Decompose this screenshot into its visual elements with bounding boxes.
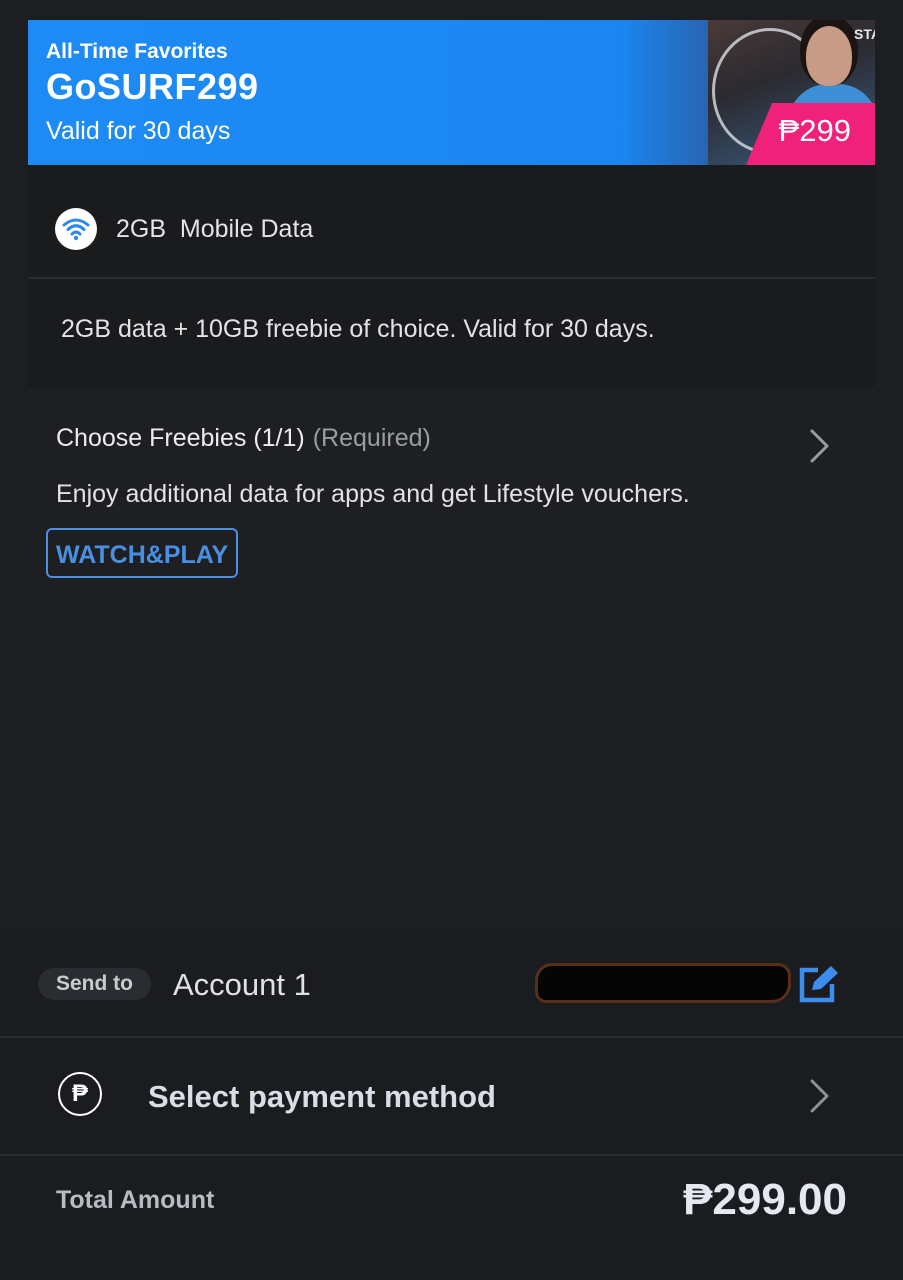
send-to-label: Send to [38,968,151,1000]
send-to-row: Send to Account 1 [0,930,903,1038]
plan-name: GoSURF299 [46,66,259,107]
plan-banner: All-Time Favorites GoSURF299 Valid for 3… [28,20,875,165]
chevron-right-icon[interactable] [808,1078,832,1114]
plan-description: 2GB data + 10GB freebie of choice. Valid… [61,315,655,343]
plan-validity: Valid for 30 days [46,117,231,145]
inclusion-row: 2GB Mobile Data [28,165,875,279]
payment-method-label: Select payment method [148,1079,496,1114]
total-amount-value: ₱299.00 [683,1175,847,1224]
account-name: Account 1 [173,967,311,1002]
checkout-panel: Send to Account 1 ₱ Select payment metho… [0,930,903,1280]
payment-method-row[interactable]: ₱ Select payment method [0,1038,903,1156]
choose-freebies-section[interactable]: Choose Freebies (1/1) (Required) Enjoy ad… [28,388,875,612]
wifi-icon [55,208,97,250]
price-badge-label: ₱299 [778,113,851,148]
redacted-number [538,966,788,1000]
total-amount-label: Total Amount [56,1186,215,1214]
required-label: (Required) [312,424,431,452]
freebies-subtitle: Enjoy additional data for apps and get L… [56,480,690,508]
plan-category: All-Time Favorites [46,40,228,63]
plan-card: All-Time Favorites GoSURF299 Valid for 3… [28,20,875,612]
peso-icon: ₱ [58,1072,102,1116]
freebie-tag-watch-play[interactable]: WATCH&PLAY [46,528,239,578]
edit-icon[interactable] [798,964,840,1004]
chevron-right-icon[interactable] [808,428,832,464]
freebies-title: Choose Freebies (1/1) (Required) [56,424,431,452]
mobile-data-label: 2GB Mobile Data [116,215,314,243]
plan-details-page: All-Time Favorites GoSURF299 Valid for 3… [0,0,903,1280]
